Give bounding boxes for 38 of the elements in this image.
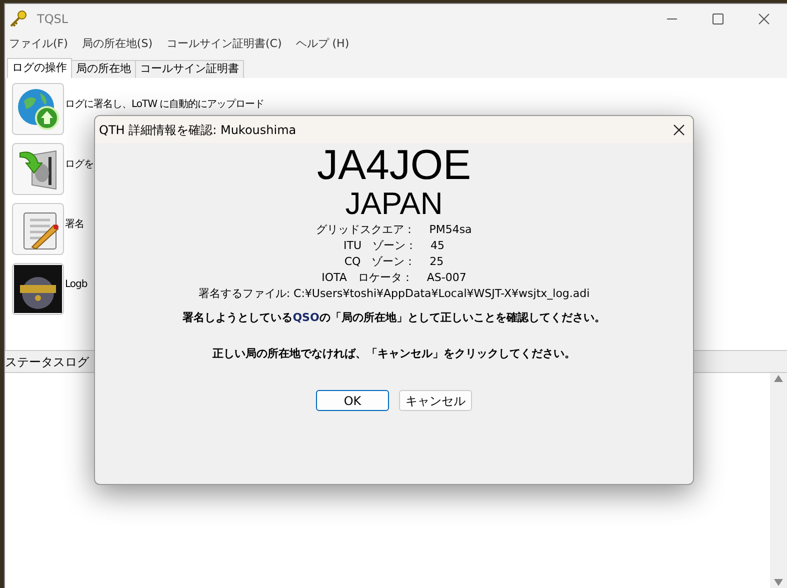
message-text: 正しい局の所在地でなければ、「キャンセル」をクリックしてください。 xyxy=(212,346,576,362)
dialog-title: QTH 詳細情報を確認: Mukoushima xyxy=(99,122,296,138)
menu-item[interactable]: 局の所在地(S) xyxy=(82,36,152,52)
field-value: AS-007 xyxy=(426,270,466,286)
window-title: TQSL xyxy=(37,11,68,28)
field-value: PM54sa xyxy=(429,222,472,238)
message-text: 署名しようとしているQSOの「局の所在地」として正しいことを確認してください。 xyxy=(182,310,606,326)
action-label[interactable]: ログに署名し、LoTW に自動的にアップロード xyxy=(65,97,264,112)
field-label: IOTA ロケータ： xyxy=(322,270,413,286)
key-icon xyxy=(9,10,27,28)
tab[interactable]: コールサイン証明書 xyxy=(136,60,244,78)
menu-item[interactable]: コールサイン証明書(C) xyxy=(166,36,282,52)
action-label[interactable]: ログを xyxy=(65,157,94,172)
scroll-down-icon[interactable] xyxy=(774,579,783,586)
action-button[interactable] xyxy=(12,143,64,195)
dialog-button[interactable]: キャンセル xyxy=(399,390,472,411)
menu-item[interactable]: ヘルプ (H) xyxy=(296,36,350,52)
field-value: 45 xyxy=(430,238,444,254)
tab[interactable]: ログの操作 xyxy=(7,58,72,78)
tab[interactable]: 局の所在地 xyxy=(72,60,136,78)
menu-item[interactable]: ファイル(F) xyxy=(9,36,68,52)
action-button[interactable] xyxy=(12,263,64,315)
field-value: 25 xyxy=(430,254,444,270)
logbook-logo-icon xyxy=(14,265,62,313)
scroll-up-icon[interactable] xyxy=(774,375,783,382)
scrollbar[interactable] xyxy=(770,373,787,588)
field-label: CQ ゾーン： xyxy=(344,254,416,270)
action-label[interactable]: Logb xyxy=(65,277,88,292)
dialog-button[interactable]: OK xyxy=(316,390,389,411)
panel-title: ステータスログ xyxy=(5,354,89,370)
globe-upload-icon xyxy=(16,87,60,131)
country-name: JAPAN xyxy=(345,187,443,221)
field-label: グリッドスクエア： xyxy=(316,222,416,238)
file-path: 署名するファイル: C:¥Users¥toshi¥AppData¥Local¥WSJT-X¥wsjtx_log.adi xyxy=(198,286,590,302)
action-label[interactable]: 署名 xyxy=(65,217,84,232)
close-icon[interactable] xyxy=(673,124,685,136)
callsign: JA4JOE xyxy=(316,143,472,187)
field-label: ITU ゾーン： xyxy=(343,238,416,254)
